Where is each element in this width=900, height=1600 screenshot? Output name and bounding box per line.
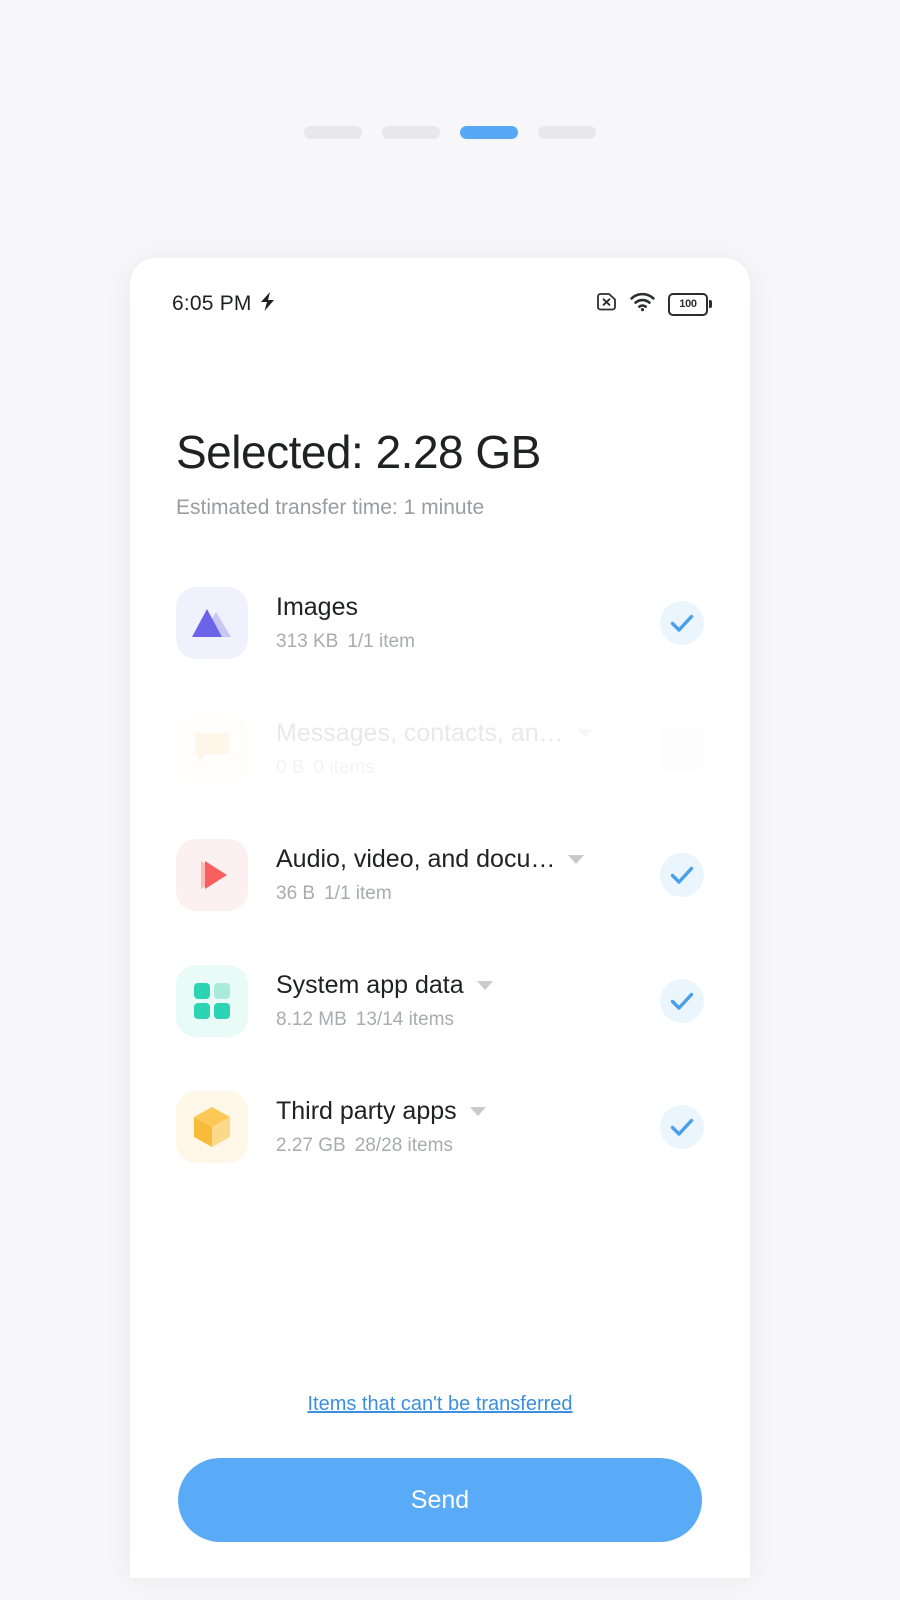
list-item-audio-video-documents[interactable]: Audio, video, and docu… 36 B 1/1 item	[176, 812, 704, 938]
wifi-icon	[630, 292, 655, 317]
status-bar: 6:05 PM 100	[130, 258, 750, 350]
checkbox-images[interactable]	[660, 601, 704, 646]
list-item-subtitle: 0 B0 items	[276, 757, 375, 779]
list-item-title: Images	[276, 593, 358, 622]
step-pill-1	[304, 126, 362, 139]
footer: Items that can't be transferred Send	[130, 1393, 750, 1578]
status-bar-right: 100	[596, 291, 712, 317]
list-item-title: Messages, contacts, an…	[276, 719, 564, 748]
chevron-down-icon[interactable]	[469, 1107, 486, 1117]
page-title: Selected: 2.28 GB	[176, 426, 541, 478]
list-item-text: System app data 8.12 MB 13/14 items	[248, 971, 660, 1031]
list-item-third-party-apps[interactable]: Third party apps 2.27 GB 28/28 items	[176, 1064, 704, 1190]
checkbox-system-app-data[interactable]	[660, 979, 704, 1024]
list-item-text: Images 313 KB 1/1 item	[248, 593, 660, 653]
send-button-wrap: Send	[130, 1458, 750, 1542]
list-item-subtitle: 313 KB 1/1 item	[276, 631, 415, 653]
items-that-cant-be-transferred-link[interactable]: Items that can't be transferred	[130, 1393, 750, 1416]
lightning-bolt-icon	[259, 291, 276, 317]
list-item-subtitle: 8.12 MB 13/14 items	[276, 1009, 454, 1031]
list-item-images[interactable]: Images 313 KB 1/1 item	[176, 560, 704, 686]
list-item-subtitle: 36 B 1/1 item	[276, 883, 392, 905]
list-item-title: System app data	[276, 971, 464, 1000]
header: Selected: 2.28 GB Estimated transfer tim…	[130, 350, 750, 520]
list-item-text: Third party apps 2.27 GB 28/28 items	[248, 1097, 660, 1157]
page-subtitle: Estimated transfer time: 1 minute	[176, 496, 485, 520]
checkbox-third-party-apps[interactable]	[660, 1105, 704, 1150]
mountain-image-icon	[176, 587, 248, 660]
battery-icon: 100	[668, 292, 712, 316]
phone-screen: 6:05 PM 100 Selected: 2.28 GB Estimated …	[130, 258, 750, 1578]
category-list: Images 313 KB 1/1 item Messages, contacts…	[130, 560, 750, 1190]
send-button[interactable]: Send	[178, 1458, 702, 1542]
cube-icon	[176, 1091, 248, 1164]
status-time: 6:05 PM	[172, 292, 252, 315]
status-bar-left: 6:05 PM	[172, 291, 276, 317]
checkbox-audio-video-documents[interactable]	[660, 853, 704, 898]
list-item-text: Audio, video, and docu… 36 B 1/1 item	[248, 845, 660, 905]
step-indicator	[0, 126, 900, 139]
step-pill-4	[538, 126, 596, 139]
chevron-down-icon[interactable]	[568, 855, 585, 865]
list-item-subtitle: 2.27 GB 28/28 items	[276, 1135, 453, 1157]
play-media-icon	[176, 839, 248, 912]
list-item-title: Third party apps	[276, 1097, 457, 1126]
chevron-down-icon[interactable]	[576, 729, 593, 739]
sim-card-off-icon	[596, 291, 617, 317]
grid-squares-icon	[176, 965, 248, 1038]
checkbox-messages-contacts	[660, 727, 704, 772]
list-item-system-app-data[interactable]: System app data 8.12 MB 13/14 items	[176, 938, 704, 1064]
list-item-messages-contacts: Messages, contacts, an… 0 B0 items	[176, 686, 704, 812]
step-pill-2	[382, 126, 440, 139]
chat-bubble-icon	[176, 713, 248, 786]
battery-level-label: 100	[679, 298, 697, 310]
step-pill-3-active	[460, 126, 518, 139]
list-item-title: Audio, video, and docu…	[276, 845, 556, 874]
list-item-text: Messages, contacts, an… 0 B0 items	[248, 719, 660, 779]
chevron-down-icon[interactable]	[476, 981, 493, 991]
